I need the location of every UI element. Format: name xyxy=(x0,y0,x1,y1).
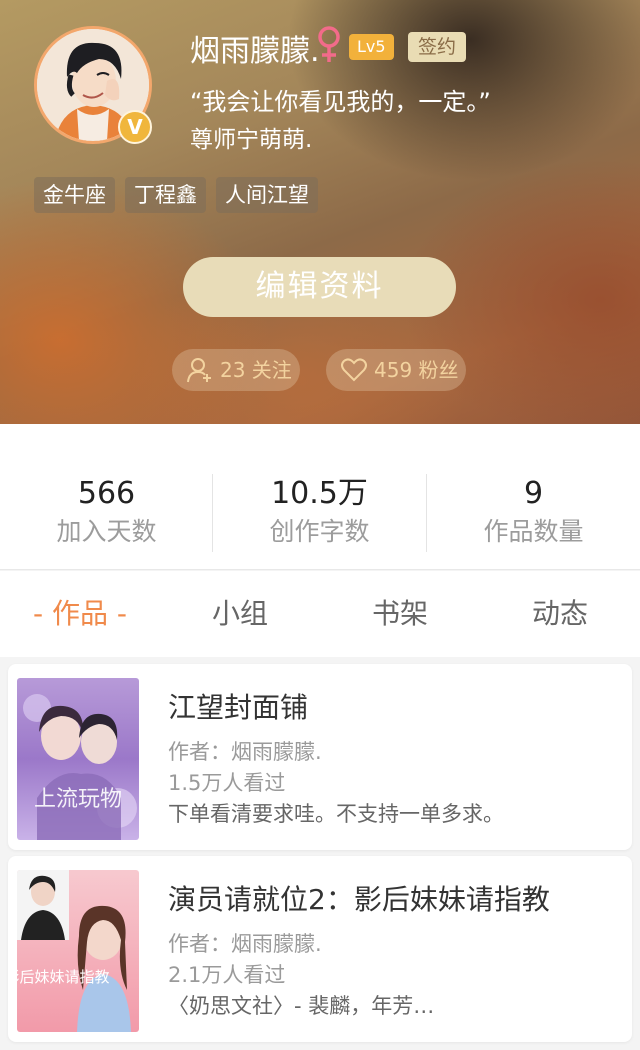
female-icon xyxy=(318,26,340,62)
bio-line-2: 尊师宁萌萌. xyxy=(190,127,313,153)
work-card[interactable]: 上流玩物 江望封面铺 作者：烟雨朦朦. 1.5万人看过 下单看清要求哇。不支持一… xyxy=(8,664,632,850)
cover-title: 影后妹妹请指教 xyxy=(17,969,110,986)
stats-panel: 566 加入天数 10.5万 创作字数 9 作品数量 xyxy=(0,424,640,570)
heart-icon xyxy=(341,358,367,382)
work-views: 1.5万人看过 xyxy=(168,771,286,795)
stat-value: 10.5万 xyxy=(271,476,368,511)
verified-v-icon: V xyxy=(118,110,152,144)
profile-header: V 烟雨朦朦. Lv5 签约 “我会让你看见我的，一定。” 尊师宁萌萌. 金牛座… xyxy=(0,0,640,424)
cover-title: 上流玩物 xyxy=(34,786,122,811)
tab-bar: - 作品 - 小组 书架 动态 xyxy=(0,571,640,657)
followers-count: 459 粉丝 xyxy=(374,358,459,382)
profile-tag[interactable]: 人间江望 xyxy=(216,177,318,213)
tab-groups[interactable]: 小组 xyxy=(160,571,320,657)
profile-tag[interactable]: 丁程鑫 xyxy=(125,177,206,213)
stat-words-written: 10.5万 创作字数 xyxy=(213,474,426,550)
work-views: 2.1万人看过 xyxy=(168,963,286,987)
level-badge: Lv5 xyxy=(349,34,394,60)
tab-bookshelf[interactable]: 书架 xyxy=(320,571,480,657)
stat-value: 566 xyxy=(77,476,136,511)
stat-label: 作品数量 xyxy=(483,517,584,546)
edit-profile-button[interactable]: 编辑资料 xyxy=(183,257,456,317)
profile-tag[interactable]: 金牛座 xyxy=(34,177,115,213)
following-count: 23 关注 xyxy=(220,358,292,382)
username: 烟雨朦朦. xyxy=(190,34,320,69)
work-author: 作者：烟雨朦朦. xyxy=(168,932,322,956)
user-add-icon xyxy=(187,358,211,383)
work-card[interactable]: 影后妹妹请指教 演员请就位2：影后妹妹请指教 作者：烟雨朦朦. 2.1万人看过 … xyxy=(8,856,632,1042)
bio-line-1: “我会让你看见我的，一定。” xyxy=(190,88,491,116)
stat-value: 9 xyxy=(523,476,544,511)
stat-label: 加入天数 xyxy=(56,517,157,546)
work-title: 演员请就位2：影后妹妹请指教 xyxy=(168,883,550,916)
cover-art: 影后妹妹请指教 xyxy=(17,870,139,1032)
tab-activity[interactable]: 动态 xyxy=(480,571,640,657)
cover-art: 上流玩物 xyxy=(17,678,139,840)
book-cover: 影后妹妹请指教 xyxy=(17,870,139,1032)
followers-button[interactable]: 459 粉丝 xyxy=(326,349,466,391)
work-description: 〈奶思文社〉- 裴麟，年芳… xyxy=(168,994,435,1018)
tab-works[interactable]: - 作品 - xyxy=(0,571,160,657)
work-title: 江望封面铺 xyxy=(168,691,309,724)
stat-label: 创作字数 xyxy=(269,517,370,546)
book-cover: 上流玩物 xyxy=(17,678,139,840)
following-button[interactable]: 23 关注 xyxy=(172,349,300,391)
stat-days-joined: 566 加入天数 xyxy=(0,474,213,550)
signed-badge: 签约 xyxy=(408,32,467,62)
work-author: 作者：烟雨朦朦. xyxy=(168,740,322,764)
stat-works-count: 9 作品数量 xyxy=(427,474,640,550)
work-description: 下单看清要求哇。不支持一单多求。 xyxy=(168,802,504,826)
